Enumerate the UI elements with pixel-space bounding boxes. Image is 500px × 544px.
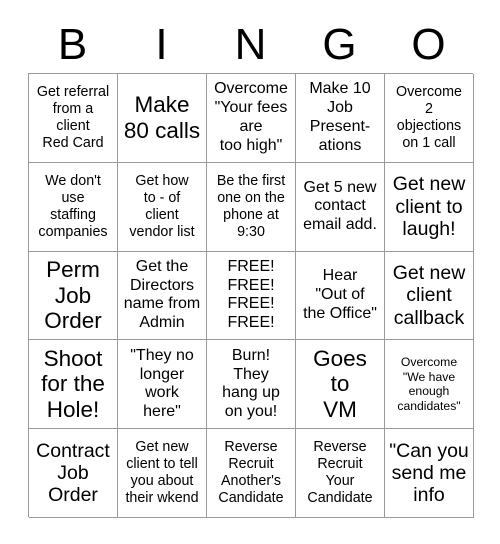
bingo-cell-text: Overcome "Your fees are too high" xyxy=(214,80,288,154)
header-letter-i: I xyxy=(155,20,168,69)
bingo-cell[interactable]: Shoot for the Hole! xyxy=(29,340,118,430)
bingo-cell-text: Get new client callback xyxy=(392,262,466,329)
bingo-grid: Get referral from a client Red Card Make … xyxy=(28,73,474,518)
bingo-cell[interactable]: "Can you send me info xyxy=(385,429,474,518)
bingo-cell-text: Get referral from a client Red Card xyxy=(36,84,110,151)
bingo-cell[interactable]: Make 80 calls xyxy=(118,74,207,163)
bingo-cell-text: Shoot for the Hole! xyxy=(41,345,105,423)
bingo-cell[interactable]: Overcome 2 objections on 1 call xyxy=(385,74,474,163)
bingo-cell-text: Get 5 new contact email add. xyxy=(303,178,377,234)
bingo-cell[interactable]: Contract Job Order xyxy=(29,429,118,518)
bingo-cell-text: Reverse Recruit Your Candidate xyxy=(307,439,373,506)
bingo-cell-text: Get the Directors name from Admin xyxy=(123,258,201,332)
bingo-cell-text: Burn! They hang up on you! xyxy=(222,346,280,420)
bingo-cell-text: We don't use staffing companies xyxy=(38,172,108,240)
bingo-cell-text: "Can you send me info xyxy=(389,439,469,507)
bingo-cell[interactable]: Get how to - of client vendor list xyxy=(118,162,207,252)
bingo-card: B I N G O Get referral from a client Red… xyxy=(0,0,500,544)
bingo-cell-text: "They no longer work here" xyxy=(130,346,194,420)
header-letter-b: B xyxy=(57,20,88,69)
bingo-cell-text: Hear "Out of the Office" xyxy=(303,267,377,322)
bingo-cell-text: Be the first one on the phone at 9:30 xyxy=(216,172,286,240)
bingo-cell[interactable]: Goes to VM xyxy=(296,340,385,430)
bingo-cell[interactable]: We don't use staffing companies xyxy=(29,162,118,252)
bingo-cell[interactable]: Overcome "Your fees are too high" xyxy=(207,74,296,163)
bingo-cell[interactable]: Be the first one on the phone at 9:30 xyxy=(207,162,296,252)
bingo-cell[interactable]: FREE! FREE! FREE! FREE! xyxy=(207,251,296,341)
bingo-cell-text: Perm Job Order xyxy=(44,257,102,334)
bingo-cell[interactable]: Reverse Recruit Your Candidate xyxy=(296,429,385,518)
bingo-header: B I N G O xyxy=(28,16,473,73)
bingo-cell-text: Contract Job Order xyxy=(36,439,110,507)
header-letter-n: N xyxy=(234,20,267,69)
bingo-cell-text: Overcome 2 objections on 1 call xyxy=(396,84,462,151)
bingo-cell[interactable]: Hear "Out of the Office" xyxy=(296,251,385,341)
bingo-cell[interactable]: "They no longer work here" xyxy=(118,340,207,430)
bingo-cell[interactable]: Reverse Recruit Another's Candidate xyxy=(207,429,296,518)
bingo-cell-text: Get how to - of client vendor list xyxy=(129,172,195,240)
bingo-cell[interactable]: Get 5 new contact email add. xyxy=(296,162,385,252)
bingo-cell-text: Reverse Recruit Another's Candidate xyxy=(218,439,284,506)
header-letter-g: G xyxy=(322,20,357,69)
bingo-cell-text: Goes to VM xyxy=(313,345,367,423)
bingo-cell-text: Get new client to laugh! xyxy=(392,173,466,240)
bingo-cell-text: Make 10 Job Present- ations xyxy=(309,80,371,154)
bingo-cell[interactable]: Burn! They hang up on you! xyxy=(207,340,296,430)
bingo-cell[interactable]: Get referral from a client Red Card xyxy=(29,74,118,163)
bingo-cell-text: Make 80 calls xyxy=(123,92,201,143)
bingo-cell[interactable]: Get new client callback xyxy=(385,251,474,341)
bingo-cell[interactable]: Get new client to laugh! xyxy=(385,162,474,252)
bingo-cell[interactable]: Perm Job Order xyxy=(29,251,118,341)
bingo-cell-text: Overcome "We have enough candidates" xyxy=(397,355,461,413)
header-letter-o: O xyxy=(411,20,446,69)
bingo-cell[interactable]: Get new client to tell you about their w… xyxy=(118,429,207,518)
bingo-cell-text: Get new client to tell you about their w… xyxy=(125,439,199,506)
bingo-cell[interactable]: Overcome "We have enough candidates" xyxy=(385,340,474,430)
bingo-cell[interactable]: Make 10 Job Present- ations xyxy=(296,74,385,163)
bingo-cell[interactable]: Get the Directors name from Admin xyxy=(118,251,207,341)
bingo-cell-text: FREE! FREE! FREE! FREE! xyxy=(227,258,275,332)
